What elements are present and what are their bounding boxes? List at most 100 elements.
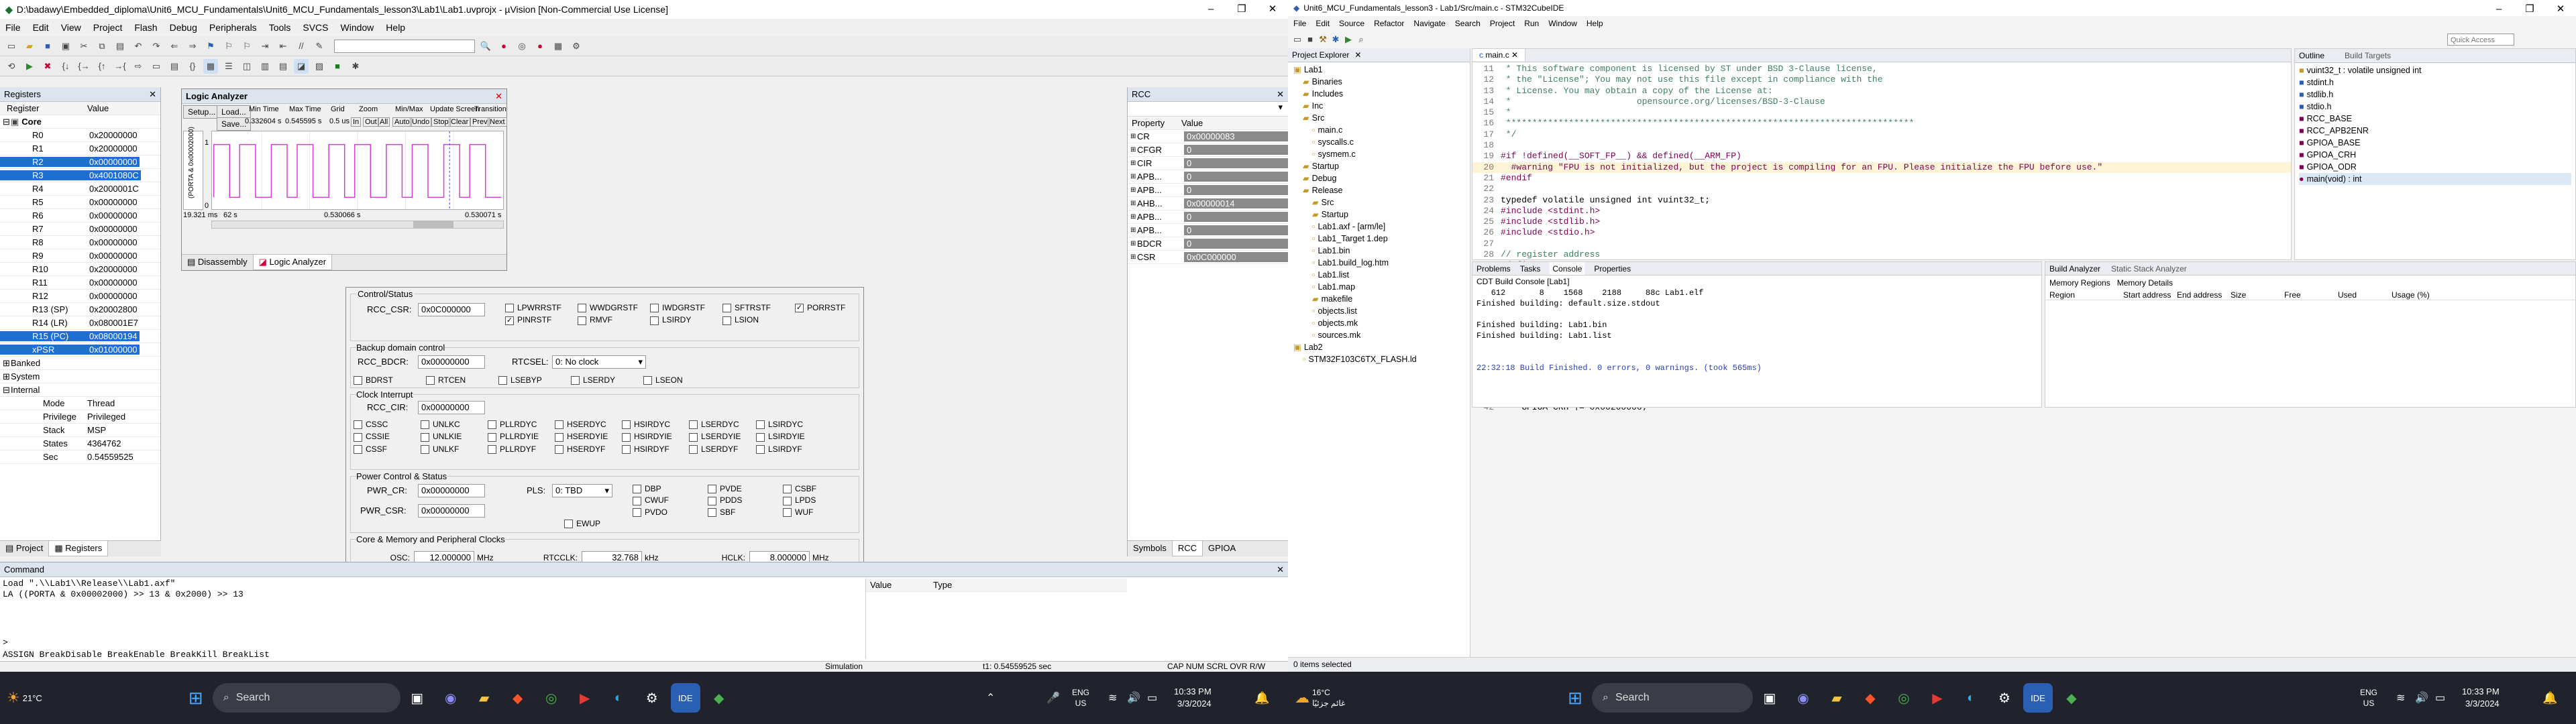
rcc-row[interactable]: ⊞ APB... 0 bbox=[1128, 170, 1288, 184]
tree-item[interactable]: ▣ Lab1 bbox=[1291, 64, 1467, 76]
brave-icon[interactable]: ◆ bbox=[503, 683, 533, 713]
cir-flag-checkbox[interactable]: CSSF bbox=[354, 444, 421, 454]
rcc-row[interactable]: ⊞ CSR 0x0C000000 bbox=[1128, 251, 1288, 264]
stop-button[interactable]: Stop bbox=[431, 117, 451, 127]
checkbox-box[interactable] bbox=[622, 432, 631, 442]
new-file-icon[interactable]: ▭ bbox=[4, 39, 19, 54]
expand-icon[interactable]: ⊞ bbox=[1128, 253, 1137, 261]
checkbox-box[interactable] bbox=[505, 304, 514, 313]
menu-run[interactable]: Run bbox=[1524, 19, 1539, 28]
close-icon[interactable]: ✕ bbox=[1354, 50, 1361, 60]
register-row[interactable]: R10 0x20000000 bbox=[0, 263, 160, 276]
csr-flag-checkbox[interactable]: WWDGRSTF bbox=[578, 303, 650, 313]
wifi-icon[interactable]: ≋ bbox=[1108, 691, 1117, 705]
cir-flag-checkbox[interactable]: LSERDYC bbox=[689, 420, 756, 430]
keil-icon[interactable]: ◆ bbox=[704, 683, 734, 713]
checkbox-box[interactable] bbox=[650, 304, 659, 313]
checkbox-box[interactable] bbox=[633, 485, 641, 494]
find-in-files-icon[interactable]: 🔍 bbox=[478, 39, 493, 54]
cir-flag-checkbox[interactable]: CSSIE bbox=[354, 432, 421, 442]
bookmark-next-icon[interactable]: ⚐ bbox=[239, 39, 254, 54]
close-icon[interactable]: ✕ bbox=[495, 91, 502, 102]
tab-memory-details[interactable]: Memory Details bbox=[2117, 278, 2173, 288]
checkbox-box[interactable] bbox=[555, 432, 564, 442]
checkbox-box[interactable] bbox=[555, 420, 564, 430]
checkbox-box[interactable] bbox=[708, 485, 716, 494]
register-group[interactable]: ⊞ Banked bbox=[0, 357, 160, 370]
cir-flag-checkbox[interactable]: HSERDYIE bbox=[555, 432, 622, 442]
tree-item[interactable]: ▰ Src bbox=[1291, 112, 1467, 124]
expand-icon[interactable]: ⊞ bbox=[1128, 200, 1137, 207]
tab-problems[interactable]: Problems bbox=[1477, 262, 1511, 275]
pls-select[interactable]: 0: TBD ▾ bbox=[552, 484, 612, 497]
close-icon[interactable]: ✕ bbox=[1277, 89, 1284, 100]
tree-item[interactable]: ▫ main.c bbox=[1291, 124, 1467, 136]
rcc-bdcr-field[interactable]: 0x00000000 bbox=[418, 355, 485, 369]
expand-icon[interactable]: ⊞ bbox=[0, 358, 11, 369]
run-icon[interactable]: ▶ bbox=[1343, 32, 1354, 47]
cir-flag-checkbox[interactable]: CSSC bbox=[354, 420, 421, 430]
file-explorer-icon[interactable]: ▰ bbox=[470, 683, 499, 713]
pwr-flag-checkbox[interactable]: CWUF bbox=[633, 495, 708, 505]
redo-icon[interactable]: ↷ bbox=[149, 39, 164, 54]
register-row[interactable]: R11 0x00000000 bbox=[0, 276, 160, 290]
tree-item[interactable]: ▫ Lab1.build_log.htm bbox=[1291, 257, 1467, 269]
rtcsel-select[interactable]: 0: No clock ▾ bbox=[552, 355, 646, 369]
tab-logic-analyzer[interactable]: ◪ Logic Analyzer bbox=[252, 255, 333, 270]
pwr-flag-checkbox[interactable]: PDDS bbox=[708, 495, 783, 505]
register-value[interactable]: 0x4001080C bbox=[87, 170, 141, 180]
clear-button[interactable]: Clear bbox=[449, 117, 471, 127]
cir-flag-checkbox[interactable]: HSERDYC bbox=[555, 420, 622, 430]
register-row[interactable]: R7 0x00000000 bbox=[0, 223, 160, 236]
tree-item[interactable]: ▫ STM32F103C6TX_FLASH.ld bbox=[1291, 353, 1467, 365]
tab-project[interactable]: ▤ Project bbox=[0, 541, 48, 556]
checkbox-box[interactable] bbox=[689, 420, 698, 430]
load-button[interactable]: Load... bbox=[217, 105, 251, 119]
checkbox-box[interactable] bbox=[354, 432, 362, 442]
register-value[interactable]: 0x08000194 bbox=[87, 331, 140, 341]
debug-icon[interactable]: ✱ bbox=[1330, 32, 1341, 47]
media-icon[interactable]: ▶ bbox=[570, 683, 600, 713]
cir-flag-checkbox[interactable]: LSERDYF bbox=[689, 444, 756, 454]
search-box[interactable]: ⌕ Search bbox=[212, 683, 400, 713]
menu-svcs[interactable]: SVCS bbox=[303, 22, 328, 33]
ewup-checkbox[interactable]: EWUP bbox=[564, 519, 600, 529]
checkbox-box[interactable] bbox=[783, 496, 792, 505]
cut-icon[interactable]: ✂ bbox=[76, 39, 91, 54]
csr-flag-checkbox[interactable]: SFTRSTF bbox=[722, 303, 795, 313]
step-out-icon[interactable]: {↑ bbox=[95, 59, 109, 74]
build-targets-tab[interactable]: Build Targets bbox=[2345, 51, 2391, 60]
file-explorer-icon[interactable]: ▰ bbox=[1822, 683, 1851, 713]
command-prompt[interactable]: > bbox=[3, 638, 8, 648]
teams-icon[interactable]: ◉ bbox=[1788, 683, 1818, 713]
cir-flag-checkbox[interactable]: HSERDYF bbox=[555, 444, 622, 454]
volume-icon[interactable]: 🔊 bbox=[1127, 691, 1140, 705]
nav-forward-icon[interactable]: ⇒ bbox=[185, 39, 200, 54]
checkbox-box[interactable] bbox=[622, 444, 631, 454]
outline-item[interactable]: ■ RCC_APB2ENR bbox=[2299, 125, 2571, 137]
tree-item[interactable]: ▫ objects.list bbox=[1291, 305, 1467, 317]
register-group[interactable]: ⊟ Internal bbox=[0, 383, 160, 397]
tree-item[interactable]: ▫ Lab1.list bbox=[1291, 269, 1467, 281]
tree-item[interactable]: ▫ sysmem.c bbox=[1291, 148, 1467, 160]
language[interactable]: ENG US bbox=[1072, 687, 1089, 709]
pwr-flag-checkbox[interactable]: SBF bbox=[708, 507, 783, 517]
core-group[interactable]: ⊟ ▣ Core bbox=[0, 115, 160, 129]
tree-item[interactable]: ▰ Inc bbox=[1291, 100, 1467, 112]
register-row[interactable]: R9 0x00000000 bbox=[0, 249, 160, 263]
maximize-button[interactable]: ❐ bbox=[2514, 0, 2545, 16]
checkbox-box[interactable] bbox=[756, 432, 765, 442]
tab-properties[interactable]: Properties bbox=[1594, 262, 1631, 275]
bdcr-flag-checkbox[interactable]: LSEBYP bbox=[498, 375, 571, 385]
register-row[interactable]: R15 (PC) 0x08000194 bbox=[0, 330, 160, 343]
expand-icon[interactable]: ⊟ bbox=[0, 117, 11, 127]
outline-item[interactable]: ■ stdio.h bbox=[2299, 101, 2571, 113]
bdcr-flag-checkbox[interactable]: LSERDY bbox=[571, 375, 643, 385]
nav-back-icon[interactable]: ⇐ bbox=[167, 39, 182, 54]
checkbox-box[interactable] bbox=[689, 432, 698, 442]
csr-flag-checkbox[interactable]: ✓ PORRSTF bbox=[795, 303, 867, 313]
checkbox-box[interactable] bbox=[498, 376, 507, 385]
cir-flag-checkbox[interactable]: PLLRDYIE bbox=[488, 432, 555, 442]
rcc-value[interactable]: 0 bbox=[1184, 239, 1288, 249]
zoom-out-button[interactable]: Out bbox=[363, 117, 379, 127]
